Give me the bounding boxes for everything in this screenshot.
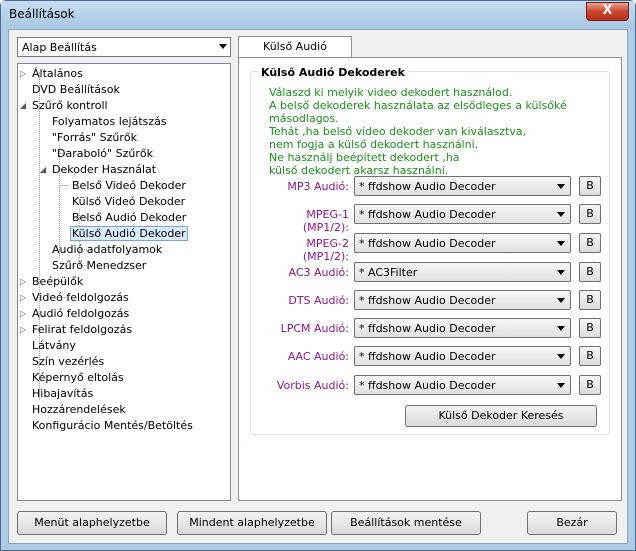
tab-panel: Külső Audió Dekoderek Válaszd ki melyik … xyxy=(238,57,622,501)
tree-item-audio-adatfolyamok[interactable]: Audió adatfolyamok xyxy=(50,242,164,258)
tree-item-szin-vezerles[interactable]: Szín vezérlés xyxy=(30,354,106,370)
close-icon: X xyxy=(602,3,613,18)
reset-all-button[interactable]: Mindent alaphelyzetbe xyxy=(177,511,327,535)
decoder-groupbox: Külső Audió Dekoderek Válaszd ki melyik … xyxy=(250,66,610,435)
dialog-client: Alap Beállítás ▷ Általános DVD Beállítás xyxy=(8,29,628,544)
mpeg1-label: MPEG-1 (MP1/2): xyxy=(302,208,349,234)
expand-icon[interactable]: ▷ xyxy=(18,66,28,81)
chevron-down-icon xyxy=(557,184,565,189)
search-decoder-button[interactable]: Külső Dekoder Keresés xyxy=(405,405,597,427)
group-title: Külső Audió Dekoderek xyxy=(259,66,407,79)
tree-item-kepernyo-eltolas[interactable]: Képernyő eltolás xyxy=(30,370,126,386)
aac-b-button[interactable]: B xyxy=(579,346,601,366)
close-window-button[interactable]: X xyxy=(586,2,629,21)
chevron-down-icon xyxy=(557,241,565,246)
aac-label: AAC Audió: xyxy=(287,350,349,363)
window-title: Beállítások xyxy=(9,7,75,21)
chevron-down-icon xyxy=(557,270,565,275)
tree-line xyxy=(59,185,67,186)
dts-decoder-select[interactable]: * ffdshow Audio Decoder xyxy=(354,290,571,310)
collapse-icon[interactable]: ◢ xyxy=(18,98,28,113)
close-button[interactable]: Bezár xyxy=(527,511,617,535)
tree-item-belso-audio[interactable]: Belső Audió Dekoder xyxy=(70,210,188,226)
lpcm-decoder-select[interactable]: * ffdshow Audio Decoder xyxy=(354,318,571,338)
tree-item-kulso-video[interactable]: Külső Videó Dekoder xyxy=(70,194,187,210)
expand-icon[interactable]: ▷ xyxy=(18,274,28,289)
expand-icon[interactable]: ▷ xyxy=(18,306,28,321)
vorbis-decoder-select[interactable]: * ffdshow Audio Decoder xyxy=(354,375,571,395)
ac3-b-button[interactable]: B xyxy=(579,262,601,282)
collapse-icon[interactable]: ◢ xyxy=(38,162,48,177)
expand-icon[interactable]: ▷ xyxy=(18,290,28,305)
tree-item-konfiguracio[interactable]: Konfigurácio Mentés/Betöltés xyxy=(30,418,195,434)
mp3-decoder-select[interactable]: * ffdshow Audio Decoder xyxy=(354,176,571,196)
tree-item-kulso-audio[interactable]: Külső Audió Dekoder xyxy=(70,226,188,242)
tree-item-szuro-kontroll[interactable]: ◢ Szűrő kontroll xyxy=(20,98,110,114)
tree-item-beepulok[interactable]: ▷ Beépülők xyxy=(20,274,85,290)
mpeg1-decoder-select[interactable]: * ffdshow Audio Decoder xyxy=(354,204,571,224)
tree-item-hozzarendelesek[interactable]: Hozzárendelések xyxy=(30,402,128,418)
tab-kulso-audio-dekoder[interactable]: Külső Audió Dekoder xyxy=(238,36,352,73)
tree-item-video-feldolgozas[interactable]: ▷ Videó feldolgozás xyxy=(20,290,131,306)
tree-item-darabolo[interactable]: "Daraboló" Szűrők xyxy=(50,146,155,162)
mpeg2-label: MPEG-2 (MP1/2): xyxy=(302,237,349,263)
chevron-down-icon xyxy=(557,383,565,388)
mpeg1-b-button[interactable]: B xyxy=(579,204,601,224)
mpeg2-decoder-select[interactable]: * ffdshow Audio Decoder xyxy=(354,233,571,253)
tree-item-szuro-menedzser[interactable]: Szűrő Menedzser xyxy=(50,258,148,274)
tree-item-folyamatos[interactable]: Folyamatos lejátszás xyxy=(50,114,169,130)
chevron-down-icon xyxy=(557,212,565,217)
chevron-down-icon xyxy=(219,44,227,49)
settings-tree[interactable]: ▷ Általános DVD Beállítások ◢ Szűrő kont… xyxy=(17,63,231,501)
tree-item-dvd[interactable]: DVD Beállítások xyxy=(30,82,122,98)
title-bar[interactable]: Beállítások X xyxy=(1,1,635,28)
lpcm-b-button[interactable]: B xyxy=(579,318,601,338)
mp3-b-button[interactable]: B xyxy=(579,176,601,196)
vorbis-b-button[interactable]: B xyxy=(579,375,601,395)
ac3-decoder-select[interactable]: * AC3Filter xyxy=(354,262,571,282)
lpcm-label: LPCM Audió: xyxy=(280,322,349,335)
expand-icon[interactable]: ▷ xyxy=(18,322,28,337)
mp3-label: MP3 Audió: xyxy=(287,180,349,193)
tree-item-audio-feldolgozas[interactable]: ▷ Audió feldolgozás xyxy=(20,306,131,322)
preset-select[interactable]: Alap Beállítás xyxy=(17,37,231,57)
tree-item-dekoder-hasznalat[interactable]: ◢ Dekoder Használat xyxy=(40,162,158,178)
info-text: Válaszd ki melyik video dekodert használ… xyxy=(269,86,567,177)
tree-item-hibajavitas[interactable]: Hibajavítás xyxy=(30,386,95,402)
mpeg2-b-button[interactable]: B xyxy=(579,233,601,253)
chevron-down-icon xyxy=(557,354,565,359)
preset-select-value: Alap Beállítás xyxy=(22,41,97,54)
tree-item-felirat-feldolgozas[interactable]: ▷ Felirat feldolgozás xyxy=(20,322,134,338)
vorbis-label: Vorbis Audió: xyxy=(276,379,349,392)
tree-item-latvany[interactable]: Látvány xyxy=(30,338,78,354)
ac3-label: AC3 Audió: xyxy=(288,266,349,279)
chevron-down-icon xyxy=(557,298,565,303)
tree-item-altalanos[interactable]: ▷ Általános xyxy=(20,66,85,82)
save-settings-button[interactable]: Beállítások mentése xyxy=(331,511,481,535)
dts-b-button[interactable]: B xyxy=(579,290,601,310)
chevron-down-icon xyxy=(557,326,565,331)
aac-decoder-select[interactable]: * ffdshow Audio Decoder xyxy=(354,346,571,366)
dts-label: DTS Audió: xyxy=(288,294,349,307)
tree-item-forras[interactable]: "Forrás" Szűrők xyxy=(50,130,139,146)
settings-window: Beállítások X Alap Beállítás ▷ Általános… xyxy=(0,0,636,551)
reset-menu-button[interactable]: Menüt alaphelyzetbe xyxy=(17,511,167,535)
tree-item-belso-video[interactable]: Belső Videó Dekoder xyxy=(70,178,188,194)
